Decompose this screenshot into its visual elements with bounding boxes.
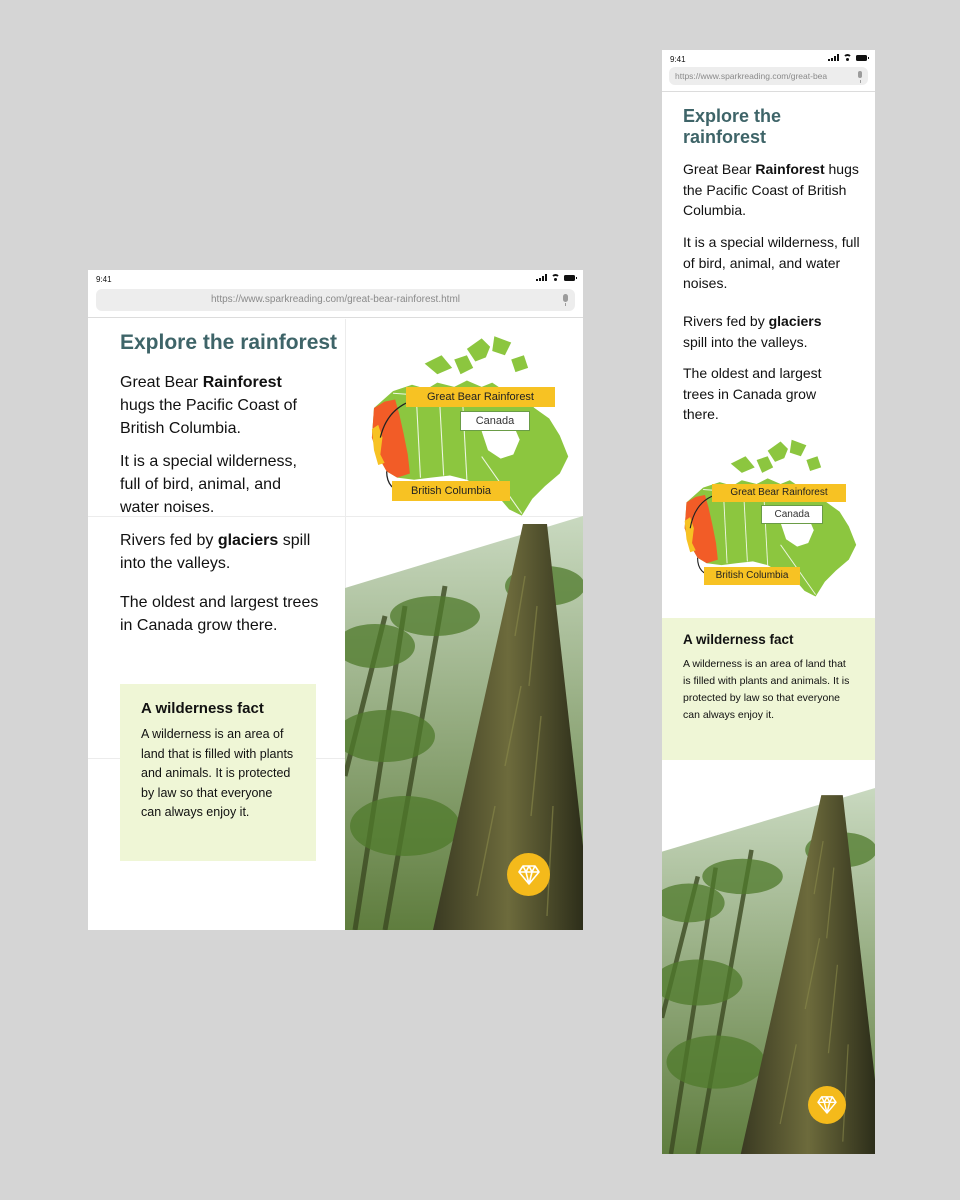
map-label-british-columbia: British Columbia bbox=[704, 567, 800, 585]
map-label-british-columbia: British Columbia bbox=[392, 481, 510, 501]
page-title: Explore the rainforest bbox=[683, 106, 782, 147]
address-bar[interactable]: https://www.sparkreading.com/great-bea bbox=[669, 67, 868, 85]
gem-button[interactable] bbox=[507, 853, 550, 896]
address-bar[interactable]: https://www.sparkreading.com/great-bear-… bbox=[96, 289, 575, 311]
wilderness-fact-box: A wilderness fact A wilderness is an are… bbox=[120, 684, 316, 861]
phone-preview: 9:41 https://www.sparkreading.com/great-… bbox=[662, 50, 875, 1154]
map-label-canada: Canada bbox=[460, 411, 530, 431]
battery-icon bbox=[856, 54, 869, 61]
fact-text: A wilderness is an area of land that is … bbox=[683, 658, 850, 721]
url-text: https://www.sparkreading.com/great-bea bbox=[675, 71, 828, 81]
fact-title: A wilderness fact bbox=[683, 632, 794, 647]
wilderness-fact-box: A wilderness fact A wilderness is an are… bbox=[662, 618, 875, 760]
status-time: 9:41 bbox=[670, 55, 686, 64]
wifi-icon bbox=[843, 54, 852, 61]
signal-icon bbox=[536, 274, 547, 281]
divider bbox=[662, 91, 875, 92]
signal-icon bbox=[828, 54, 839, 61]
fact-text: A wilderness is an area of land that is … bbox=[141, 727, 294, 819]
paragraph-glaciers: Rivers fed by glaciers spill into the va… bbox=[683, 313, 822, 350]
fact-title: A wilderness fact bbox=[141, 700, 264, 717]
tablet-preview: 9:41 https://www.sparkreading.com/great-… bbox=[88, 270, 583, 930]
page-title: Explore the rainforest bbox=[120, 331, 338, 354]
gem-button[interactable] bbox=[808, 1086, 846, 1124]
wifi-icon bbox=[551, 274, 560, 281]
gem-icon bbox=[517, 864, 540, 885]
microphone-icon[interactable] bbox=[858, 71, 862, 83]
gem-icon bbox=[817, 1096, 837, 1114]
map-label-canada: Canada bbox=[761, 505, 823, 524]
paragraph-rainforest: Great Bear Rainforest hugs the Pacific C… bbox=[683, 161, 859, 218]
paragraph-trees: The oldest and largest trees in Canada g… bbox=[120, 594, 319, 634]
microphone-icon[interactable] bbox=[563, 294, 568, 306]
url-text: https://www.sparkreading.com/great-bear-… bbox=[211, 294, 460, 305]
paragraph-rainforest: Great Bear Rainforest hugs the Pacific C… bbox=[120, 374, 297, 437]
status-time: 9:41 bbox=[96, 275, 112, 284]
map-label-rainforest: Great Bear Rainforest bbox=[406, 387, 555, 407]
divider bbox=[88, 317, 583, 318]
paragraph-glaciers: Rivers fed by glaciers spill into the va… bbox=[120, 532, 311, 572]
paragraph-wilderness: It is a special wilderness, full of bird… bbox=[120, 453, 297, 516]
battery-icon bbox=[564, 274, 577, 281]
map-label-rainforest: Great Bear Rainforest bbox=[712, 484, 846, 502]
paragraph-wilderness: It is a special wilderness, full of bird… bbox=[683, 234, 860, 291]
paragraph-trees: The oldest and largest trees in Canada g… bbox=[683, 365, 822, 422]
